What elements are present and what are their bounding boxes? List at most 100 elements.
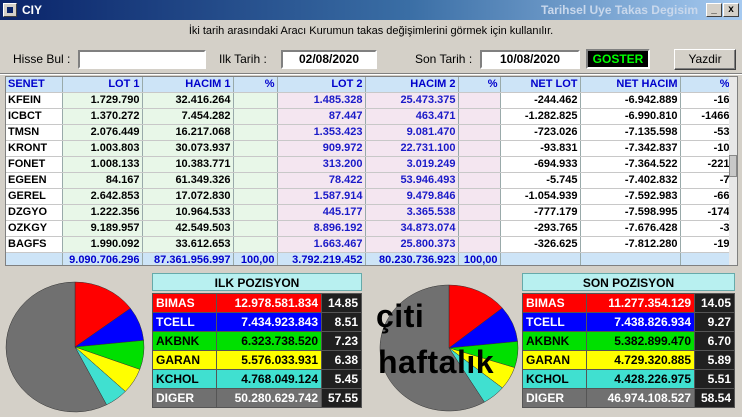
- position-percent: 58.54: [694, 388, 735, 408]
- position-value: 4.768.049.124: [216, 369, 322, 389]
- column-header[interactable]: LOT 1: [62, 77, 143, 93]
- position-symbol: KCHOL: [152, 369, 217, 389]
- table-cell: -16: [680, 92, 733, 109]
- position-symbol: AKBNK: [152, 331, 217, 351]
- column-header[interactable]: HACIM 1: [142, 77, 234, 93]
- position-symbol: BIMAS: [152, 293, 217, 313]
- column-header[interactable]: %: [233, 77, 278, 93]
- separator: [0, 73, 742, 75]
- table-cell: 78.422: [277, 172, 366, 189]
- table-cell: [233, 92, 278, 109]
- total-cell: 9.090.706.296: [62, 252, 143, 265]
- goster-button[interactable]: GOSTER: [586, 49, 650, 69]
- table-cell: 10.964.533: [142, 204, 234, 221]
- position-row: KCHOL 4.428.226.975 5.51: [522, 369, 735, 389]
- position-percent: 5.89: [694, 350, 735, 370]
- table-row[interactable]: GEREL 2.642.853 17.072.830 1.587.914 9.479.8…: [6, 188, 733, 205]
- table-cell: [458, 172, 501, 189]
- watermark-line-1: çiti: [376, 298, 425, 334]
- grid-scroll-thumb[interactable]: [729, 155, 737, 177]
- column-header[interactable]: HACIM 2: [365, 77, 459, 93]
- table-cell: 1.485.328: [277, 92, 366, 109]
- table-cell: 1.729.790: [62, 92, 143, 109]
- position-percent: 6.70: [694, 331, 735, 351]
- column-header[interactable]: LOT 2: [277, 77, 366, 93]
- info-text: İki tarih arasındaki Aracı Kurumun takas…: [188, 25, 554, 37]
- table-cell: 909.972: [277, 140, 366, 157]
- position-row: BIMAS 12.978.581.834 14.85: [152, 293, 362, 313]
- table-cell: 87.447: [277, 108, 366, 125]
- table-cell: FONET: [6, 156, 63, 173]
- position-value: 12.978.581.834: [216, 293, 322, 313]
- position-value: 50.280.629.742: [216, 388, 322, 408]
- position-value: 5.576.033.931: [216, 350, 322, 370]
- table-cell: 1.222.356: [62, 204, 143, 221]
- table-row[interactable]: KFEIN 1.729.790 32.416.264 1.485.328 25.473.…: [6, 92, 733, 109]
- grid-scrollbar[interactable]: [729, 77, 737, 265]
- table-cell: -3: [680, 220, 733, 237]
- position-row: GARAN 4.729.320.885 5.89: [522, 350, 735, 370]
- takas-table: SENET LOT 1 HACIM 1% LOT 2 HACIM 2% NET LOT NE…: [6, 77, 733, 265]
- table-cell: 7.454.282: [142, 108, 234, 125]
- table-cell: 33.612.653: [142, 236, 234, 253]
- table-cell: 84.167: [62, 172, 143, 189]
- table-row[interactable]: EGEEN 84.167 61.349.326 78.422 53.946.493 -5.…: [6, 172, 733, 189]
- hisse-search-input[interactable]: [78, 50, 206, 69]
- table-cell: EGEEN: [6, 172, 63, 189]
- total-cell: 3.792.219.452: [277, 252, 366, 265]
- close-button[interactable]: x: [723, 3, 739, 17]
- table-row[interactable]: TMSN 2.076.449 16.217.068 1.353.423 9.081.47…: [6, 124, 733, 141]
- watermark-line-2: haftalık: [378, 344, 495, 380]
- ilk-tarih-field[interactable]: 02/08/2020: [281, 50, 377, 69]
- table-cell: [233, 236, 278, 253]
- position-percent: 57.55: [321, 388, 362, 408]
- position-row: BIMAS 11.277.354.129 14.05: [522, 293, 735, 313]
- table-cell: -53: [680, 124, 733, 141]
- position-value: 7.438.826.934: [586, 312, 695, 332]
- table-cell: [233, 108, 278, 125]
- table-row[interactable]: FONET 1.008.133 10.383.771 313.200 3.019.249…: [6, 156, 733, 173]
- son-pozisyon-title: SON POZISYON: [522, 273, 735, 291]
- app-icon[interactable]: [3, 3, 17, 17]
- table-row[interactable]: ICBCT 1.370.272 7.454.282 87.447 463.471 -1.2…: [6, 108, 733, 125]
- column-header[interactable]: NET HACIM: [580, 77, 681, 93]
- position-value: 7.434.923.843: [216, 312, 322, 332]
- table-row[interactable]: OZKGY 9.189.957 42.549.503 8.896.192 34.873.…: [6, 220, 733, 237]
- table-row[interactable]: BAGFS 1.990.092 33.612.653 1.663.467 25.800.…: [6, 236, 733, 253]
- son-tarih-field[interactable]: 10/08/2020: [480, 50, 580, 69]
- table-row[interactable]: KRONT 1.003.803 30.073.937 909.972 22.731.10…: [6, 140, 733, 157]
- table-cell: 2.076.449: [62, 124, 143, 141]
- window-subtitle: Tarihsel Uye Takas Degisim: [541, 3, 698, 17]
- table-cell: [233, 172, 278, 189]
- takas-grid[interactable]: SENET LOT 1 HACIM 1% LOT 2 HACIM 2% NET LOT NE…: [5, 76, 738, 266]
- column-header[interactable]: NET LOT: [500, 77, 581, 93]
- table-cell: 9.189.957: [62, 220, 143, 237]
- hisse-label: Hisse Bul :: [13, 52, 71, 66]
- position-percent: 8.51: [321, 312, 362, 332]
- table-cell: [458, 188, 501, 205]
- table-cell: -326.625: [500, 236, 581, 253]
- column-header[interactable]: %: [680, 77, 733, 93]
- table-cell: -1466: [680, 108, 733, 125]
- table-cell: [233, 204, 278, 221]
- table-cell: 1.008.133: [62, 156, 143, 173]
- table-cell: [458, 220, 501, 237]
- column-header[interactable]: %: [458, 77, 501, 93]
- table-cell: 1.990.092: [62, 236, 143, 253]
- position-symbol: TCELL: [152, 312, 217, 332]
- position-row: DIGER 50.280.629.742 57.55: [152, 388, 362, 408]
- position-symbol: AKBNK: [522, 331, 587, 351]
- yazdir-button[interactable]: Yazdir: [674, 49, 736, 70]
- minimize-button[interactable]: _: [706, 3, 722, 17]
- table-cell: 313.200: [277, 156, 366, 173]
- table-cell: [458, 156, 501, 173]
- table-row[interactable]: DZGYO 1.222.356 10.964.533 445.177 3.365.538…: [6, 204, 733, 221]
- table-cell: [458, 236, 501, 253]
- position-value: 4.428.226.975: [586, 369, 695, 389]
- table-cell: 10.383.771: [142, 156, 234, 173]
- position-percent: 5.45: [321, 369, 362, 389]
- table-cell: -7.592.983: [580, 188, 681, 205]
- column-header[interactable]: SENET: [6, 77, 63, 93]
- table-cell: 3.019.249: [365, 156, 459, 173]
- table-cell: [458, 108, 501, 125]
